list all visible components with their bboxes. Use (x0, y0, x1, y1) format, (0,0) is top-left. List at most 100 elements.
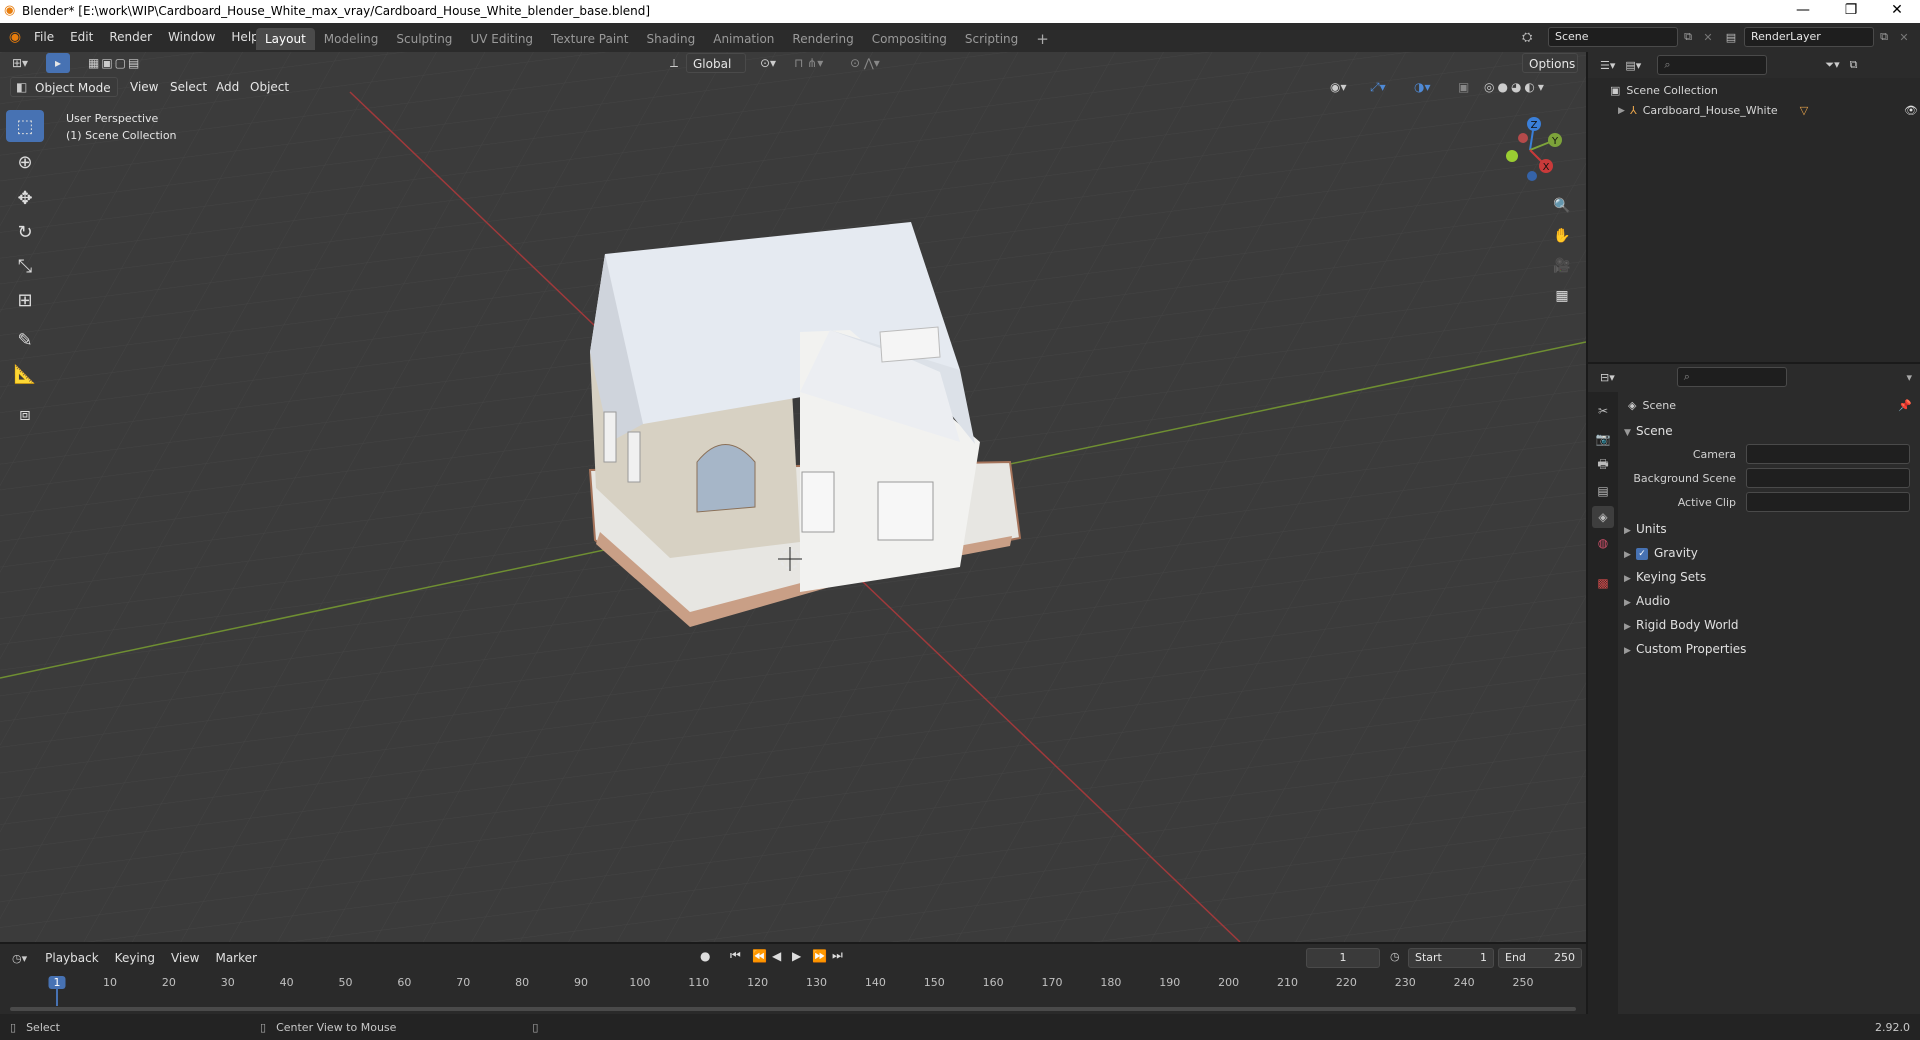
texture-tab-icon[interactable]: ▩ (1592, 572, 1614, 594)
tab-uv-editing[interactable]: UV Editing (461, 28, 542, 50)
menu-file[interactable]: File (26, 26, 62, 48)
camera-field[interactable] (1746, 444, 1910, 464)
overlay-toggle-icon[interactable]: ◑▾ (1414, 77, 1431, 97)
viewport-menu-add[interactable]: Add (216, 77, 239, 97)
units-panel[interactable]: ▶ Units (1624, 518, 1667, 540)
timeline-tick: 180 (1100, 976, 1122, 989)
proportional-edit-icon[interactable]: ⊙ ⋀▾ (850, 53, 880, 73)
background-scene-field[interactable] (1746, 468, 1910, 488)
pan-hand-icon[interactable]: ✋ (1548, 222, 1576, 250)
transform-orientation-dropdown[interactable]: Global (686, 53, 746, 73)
zoom-icon[interactable]: 🔍 (1548, 192, 1576, 220)
minimize-button[interactable]: — (1780, 0, 1826, 23)
new-collection-icon[interactable]: ⧉ (1850, 58, 1858, 72)
rotate-tool-icon[interactable]: ↻ (6, 216, 44, 248)
selection-mode-icons[interactable]: ▦▣▢▤ (88, 53, 141, 73)
pivot-point-icon[interactable]: ⊙▾ (760, 53, 776, 73)
3d-viewport[interactable]: ⊞▾ ▸ ▦▣▢▤ ⟂ Global ⊙▾ ⊓ ⋔▾ ⊙ ⋀▾ Options … (0, 52, 1586, 942)
menu-window[interactable]: Window (160, 26, 223, 48)
outliner-row-scene-collection[interactable]: ▣ Scene Collection (1610, 84, 1718, 97)
maximize-button[interactable]: ❐ (1828, 0, 1874, 23)
render-tab-icon[interactable]: 📷 (1592, 428, 1614, 450)
pin-icon[interactable]: 📌 (1898, 399, 1912, 412)
move-tool-icon[interactable]: ✥ (6, 182, 44, 214)
visibility-eye-icon[interactable]: 👁 (1904, 104, 1918, 117)
select-tool-icon[interactable]: ▸ (46, 53, 70, 73)
measure-tool-icon[interactable]: 📐 (6, 358, 44, 390)
scene-selector-icon[interactable]: ⛭ (1522, 30, 1548, 45)
add-workspace-icon[interactable]: + (1027, 28, 1058, 50)
editor-type-icon[interactable]: ⊞▾ (12, 53, 28, 73)
tab-compositing[interactable]: Compositing (863, 28, 956, 50)
outliner-row-object[interactable]: ▶ ⅄ Cardboard_House_White ▽ 👁 (1618, 104, 1918, 117)
tab-scripting[interactable]: Scripting (956, 28, 1027, 50)
playhead-line (56, 988, 58, 1006)
blender-menu-icon[interactable]: ◉ (4, 29, 26, 45)
filter-icon[interactable]: ⏷▾ (1825, 58, 1839, 72)
tab-layout[interactable]: Layout (256, 28, 315, 50)
transform-tool-icon[interactable]: ⊞ (6, 284, 44, 316)
perspective-toggle-icon[interactable]: ▦ (1548, 282, 1576, 310)
tab-shading[interactable]: Shading (637, 28, 704, 50)
output-tab-icon[interactable]: 🖶 (1592, 454, 1614, 476)
scene-name-field[interactable]: Scene (1548, 27, 1678, 47)
timeline-tick: 90 (573, 976, 588, 989)
annotate-tool-icon[interactable]: ✎ (6, 324, 44, 356)
remove-scene-icon[interactable]: ✕ (1698, 31, 1718, 44)
display-mode-icon[interactable]: ▤▾ (1625, 59, 1641, 72)
camera-view-icon[interactable]: 🎥 (1548, 252, 1576, 280)
tab-texture-paint[interactable]: Texture Paint (542, 28, 637, 50)
add-cube-tool-icon[interactable]: ⧈ (6, 398, 44, 430)
tab-animation[interactable]: Animation (704, 28, 783, 50)
current-frame-marker[interactable]: 1 (48, 976, 66, 989)
gravity-panel[interactable]: ▶ ✓ Gravity (1624, 542, 1698, 564)
expand-arrow-icon[interactable]: ▶ (1618, 106, 1630, 116)
timeline-scrollbar[interactable] (10, 1007, 1576, 1011)
view-layer-field[interactable]: RenderLayer (1744, 27, 1874, 47)
menu-edit[interactable]: Edit (62, 26, 101, 48)
navigation-gizmo[interactable]: Z Y X (1490, 110, 1570, 190)
keying-sets-panel[interactable]: ▶ Keying Sets (1624, 566, 1706, 588)
snap-icon[interactable]: ⊓ ⋔▾ (794, 53, 823, 73)
close-button[interactable]: ✕ (1874, 0, 1920, 23)
remove-view-layer-icon[interactable]: ✕ (1894, 31, 1914, 44)
timeline-tick: 30 (220, 976, 235, 989)
scale-tool-icon[interactable]: ⤡ (6, 250, 44, 282)
properties-search-input[interactable]: ⌕ (1676, 367, 1787, 387)
tab-rendering[interactable]: Rendering (783, 28, 862, 50)
viewport-menu-select[interactable]: Select (170, 77, 207, 97)
tool-tab-icon[interactable]: ✂ (1592, 400, 1614, 422)
select-box-tool-icon[interactable]: ⬚ (6, 110, 44, 142)
properties-options-icon[interactable]: ▾ (1906, 371, 1912, 384)
visibility-icon[interactable]: ◉▾ (1330, 77, 1347, 97)
view-layer-icon[interactable]: ▤ (1718, 31, 1744, 44)
new-view-layer-icon[interactable]: ⧉ (1874, 30, 1894, 44)
menu-render[interactable]: Render (101, 26, 160, 48)
tab-modeling[interactable]: Modeling (315, 28, 388, 50)
viewport-menu-object[interactable]: Object (250, 77, 289, 97)
gravity-checkbox[interactable]: ✓ (1636, 547, 1648, 560)
custom-properties-panel[interactable]: ▶ Custom Properties (1624, 638, 1746, 660)
timeline-tick: 140 (864, 976, 886, 989)
scene-tab-icon[interactable]: ◈ (1592, 506, 1614, 528)
scene-panel-header[interactable]: ▼ Scene (1624, 420, 1673, 442)
xray-icon[interactable]: ▣ (1458, 77, 1469, 97)
viewport-menu-view[interactable]: View (130, 77, 158, 97)
properties-editor-icon[interactable]: ⊟▾ (1600, 371, 1615, 384)
active-clip-field[interactable] (1746, 492, 1910, 512)
audio-panel[interactable]: ▶ Audio (1624, 590, 1670, 612)
shading-mode-icons[interactable]: ◎●◕◐▾ (1484, 77, 1547, 97)
new-scene-icon[interactable]: ⧉ (1678, 30, 1698, 44)
timeline-tick: 210 (1276, 976, 1298, 989)
outliner-search-input[interactable]: ⌕ (1657, 55, 1768, 75)
gizmo-toggle-icon[interactable]: ⤢▾ (1370, 77, 1386, 97)
view-layer-tab-icon[interactable]: ▤ (1592, 480, 1614, 502)
rigid-body-world-panel[interactable]: ▶ Rigid Body World (1624, 614, 1739, 636)
options-dropdown[interactable]: Options (1522, 53, 1578, 73)
world-tab-icon[interactable]: ◍ (1592, 532, 1614, 554)
tab-sculpting[interactable]: Sculpting (387, 28, 461, 50)
cursor-tool-icon[interactable]: ⊕ (6, 146, 44, 178)
camera-label: Camera (1692, 447, 1736, 461)
timeline-ruler[interactable]: 1 10 20 30 40 50 60 70 80 90 100 110 120 130 140 150 160… (0, 944, 1586, 1014)
outliner-editor-icon[interactable]: ☰▾ (1600, 59, 1615, 72)
